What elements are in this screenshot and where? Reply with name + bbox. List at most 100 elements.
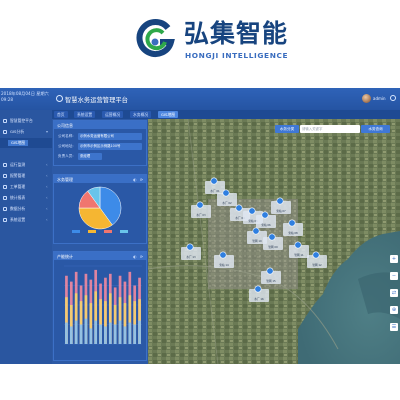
- bar[interactable]: [118, 320, 122, 344]
- map-pin-icon[interactable]: [266, 267, 274, 275]
- search-input[interactable]: 请输入关键字: [300, 125, 360, 133]
- monitor-icon: [3, 163, 7, 167]
- bar[interactable]: [74, 320, 78, 344]
- bar[interactable]: [108, 322, 112, 344]
- map-pin-icon[interactable]: [210, 177, 218, 185]
- locate-icon[interactable]: ⊕: [390, 306, 398, 314]
- bar[interactable]: [79, 324, 83, 345]
- marker-label: 泵站 06: [261, 223, 271, 227]
- tab-gis[interactable]: GIS地图: [158, 111, 179, 118]
- info-value: 示例市示例区示例路100号: [78, 143, 142, 150]
- top-bar: 2018年08月04日 星期六 09:28 智慧水务运营管理平台 admin: [0, 88, 400, 110]
- sidebar: 智慧管控平台 GIS分析 ▾ GIS地图 运行监测 ‹ 报警管理 ‹ 工单管理 …: [0, 110, 52, 364]
- list-icon: [3, 185, 7, 189]
- panel-header: 水务管理 ◐ ⟳: [54, 175, 146, 183]
- marker-label: 管网 10: [252, 239, 262, 243]
- panel-tools[interactable]: ◐ ⟳: [133, 177, 144, 182]
- legend-swatch[interactable]: [104, 230, 112, 233]
- bar[interactable]: [133, 324, 137, 345]
- sidebar-item-workorder[interactable]: 工单管理 ‹: [0, 182, 52, 192]
- sidebar-item-label: 工单管理: [10, 184, 26, 189]
- marker-label: 管网 12: [312, 263, 322, 267]
- bar[interactable]: [123, 326, 127, 344]
- legend-swatch[interactable]: [120, 230, 128, 233]
- sidebar-item-gis[interactable]: GIS分析 ▾: [0, 127, 52, 137]
- info-row-contact: 负责人员: 张经理: [58, 153, 144, 160]
- zoom-out-icon[interactable]: −: [390, 272, 398, 280]
- marker-label: 水厂 13: [186, 255, 196, 259]
- map-pin-icon[interactable]: [186, 243, 194, 251]
- avatar[interactable]: [362, 94, 371, 103]
- tab-water[interactable]: 水务概况: [130, 111, 152, 118]
- chevron-down-icon: ▾: [46, 129, 49, 134]
- bar[interactable]: [104, 326, 107, 344]
- layers-icon[interactable]: ☰: [390, 323, 398, 331]
- sidebar-item-label: GIS地图: [8, 140, 29, 146]
- chevron-right-icon: ‹: [46, 173, 48, 178]
- sidebar-item-settings[interactable]: 系统设置 ‹: [0, 215, 52, 225]
- tab-ops[interactable]: 运营概况: [102, 111, 124, 118]
- sidebar-subitem-gis-map[interactable]: GIS地图: [0, 138, 52, 148]
- map-pin-icon[interactable]: [288, 219, 296, 227]
- marker-label: 水厂 02: [222, 201, 232, 205]
- bar[interactable]: [89, 328, 93, 344]
- chevron-right-icon: ‹: [46, 184, 48, 189]
- map-pin-icon[interactable]: [268, 233, 276, 241]
- bar[interactable]: [69, 326, 73, 344]
- map-pin-icon[interactable]: [196, 201, 204, 209]
- tab-home[interactable]: 首页: [54, 111, 68, 118]
- map-pin-icon[interactable]: [261, 211, 269, 219]
- bar[interactable]: [65, 322, 68, 344]
- map-pin-icon[interactable]: [312, 251, 320, 259]
- legend-swatch[interactable]: [72, 230, 80, 233]
- chevron-right-icon: ‹: [46, 162, 48, 167]
- zoom-in-icon[interactable]: +: [390, 255, 398, 263]
- search-button[interactable]: 水务查询: [361, 125, 390, 133]
- satellite-map[interactable]: 水厂 01水厂 02水厂 03水厂 04泵站 05泵站 06泵站 07泵站 08…: [148, 119, 400, 364]
- sidebar-item-monitor[interactable]: 运行监测 ‹: [0, 160, 52, 170]
- marker-label: 水厂 03: [196, 213, 206, 217]
- gis-map[interactable]: 水厂 01 水厂 02 水厂 03 水厂 04 泵站 05 泵站 06 泵站 07 泵站 08…: [148, 119, 400, 364]
- marker-label: 水厂 16: [254, 297, 264, 301]
- username[interactable]: admin: [373, 96, 386, 101]
- time-text: 09:28: [1, 96, 14, 102]
- bar[interactable]: [84, 318, 88, 344]
- sidebar-item-label: 运行监测: [10, 162, 26, 167]
- panel-tools[interactable]: ◐ ⟳: [133, 254, 144, 259]
- sidebar-item-label: 系统设置: [10, 217, 26, 222]
- map-pin-icon[interactable]: [294, 241, 302, 249]
- map-pin-icon[interactable]: [222, 189, 230, 197]
- bar[interactable]: [99, 324, 102, 345]
- map-pin-icon[interactable]: [254, 285, 262, 293]
- panel-title: 水务管理: [57, 176, 73, 182]
- bar-chart-panel: 产能统计 ◐ ⟳: [53, 251, 147, 361]
- bar[interactable]: [138, 320, 141, 344]
- logout-icon[interactable]: [390, 95, 396, 101]
- bar[interactable]: [94, 320, 98, 344]
- info-label: 负责人员:: [58, 154, 74, 158]
- brand-name-cn: 弘集智能: [184, 19, 289, 48]
- bar[interactable]: [113, 324, 117, 345]
- pan-icon[interactable]: ⇄: [390, 289, 398, 297]
- info-row-name: 公司名称: 示例水务运营有限公司: [58, 133, 144, 140]
- sidebar-item-alarm[interactable]: 报警管理 ‹: [0, 171, 52, 181]
- info-value: 示例水务运营有限公司: [78, 133, 142, 140]
- sidebar-item-analysis[interactable]: 数据分析 ‹: [0, 204, 52, 214]
- info-label: 公司地址:: [58, 144, 74, 148]
- sidebar-item-platform[interactable]: 智慧管控平台: [0, 116, 52, 126]
- tab-system[interactable]: 系统设置: [74, 111, 96, 118]
- chevron-right-icon: ‹: [46, 195, 48, 200]
- marker-label: 泵站 08: [288, 231, 298, 235]
- legend-swatch[interactable]: [88, 230, 96, 233]
- page-footer: [0, 364, 400, 400]
- bar[interactable]: [128, 322, 132, 344]
- marker-label: 管网 09: [268, 245, 278, 249]
- map-pin-icon[interactable]: [235, 204, 243, 212]
- map-pin-icon[interactable]: [219, 251, 227, 259]
- category-filter-button[interactable]: 水务分类: [275, 125, 299, 133]
- sidebar-item-report[interactable]: 统计报表 ‹: [0, 193, 52, 203]
- map-pin-icon[interactable]: [252, 227, 260, 235]
- map-pin-icon[interactable]: [248, 207, 256, 215]
- datetime-display: 2018年08月04日 星期六 09:28: [1, 91, 55, 102]
- map-pin-icon[interactable]: [276, 197, 284, 205]
